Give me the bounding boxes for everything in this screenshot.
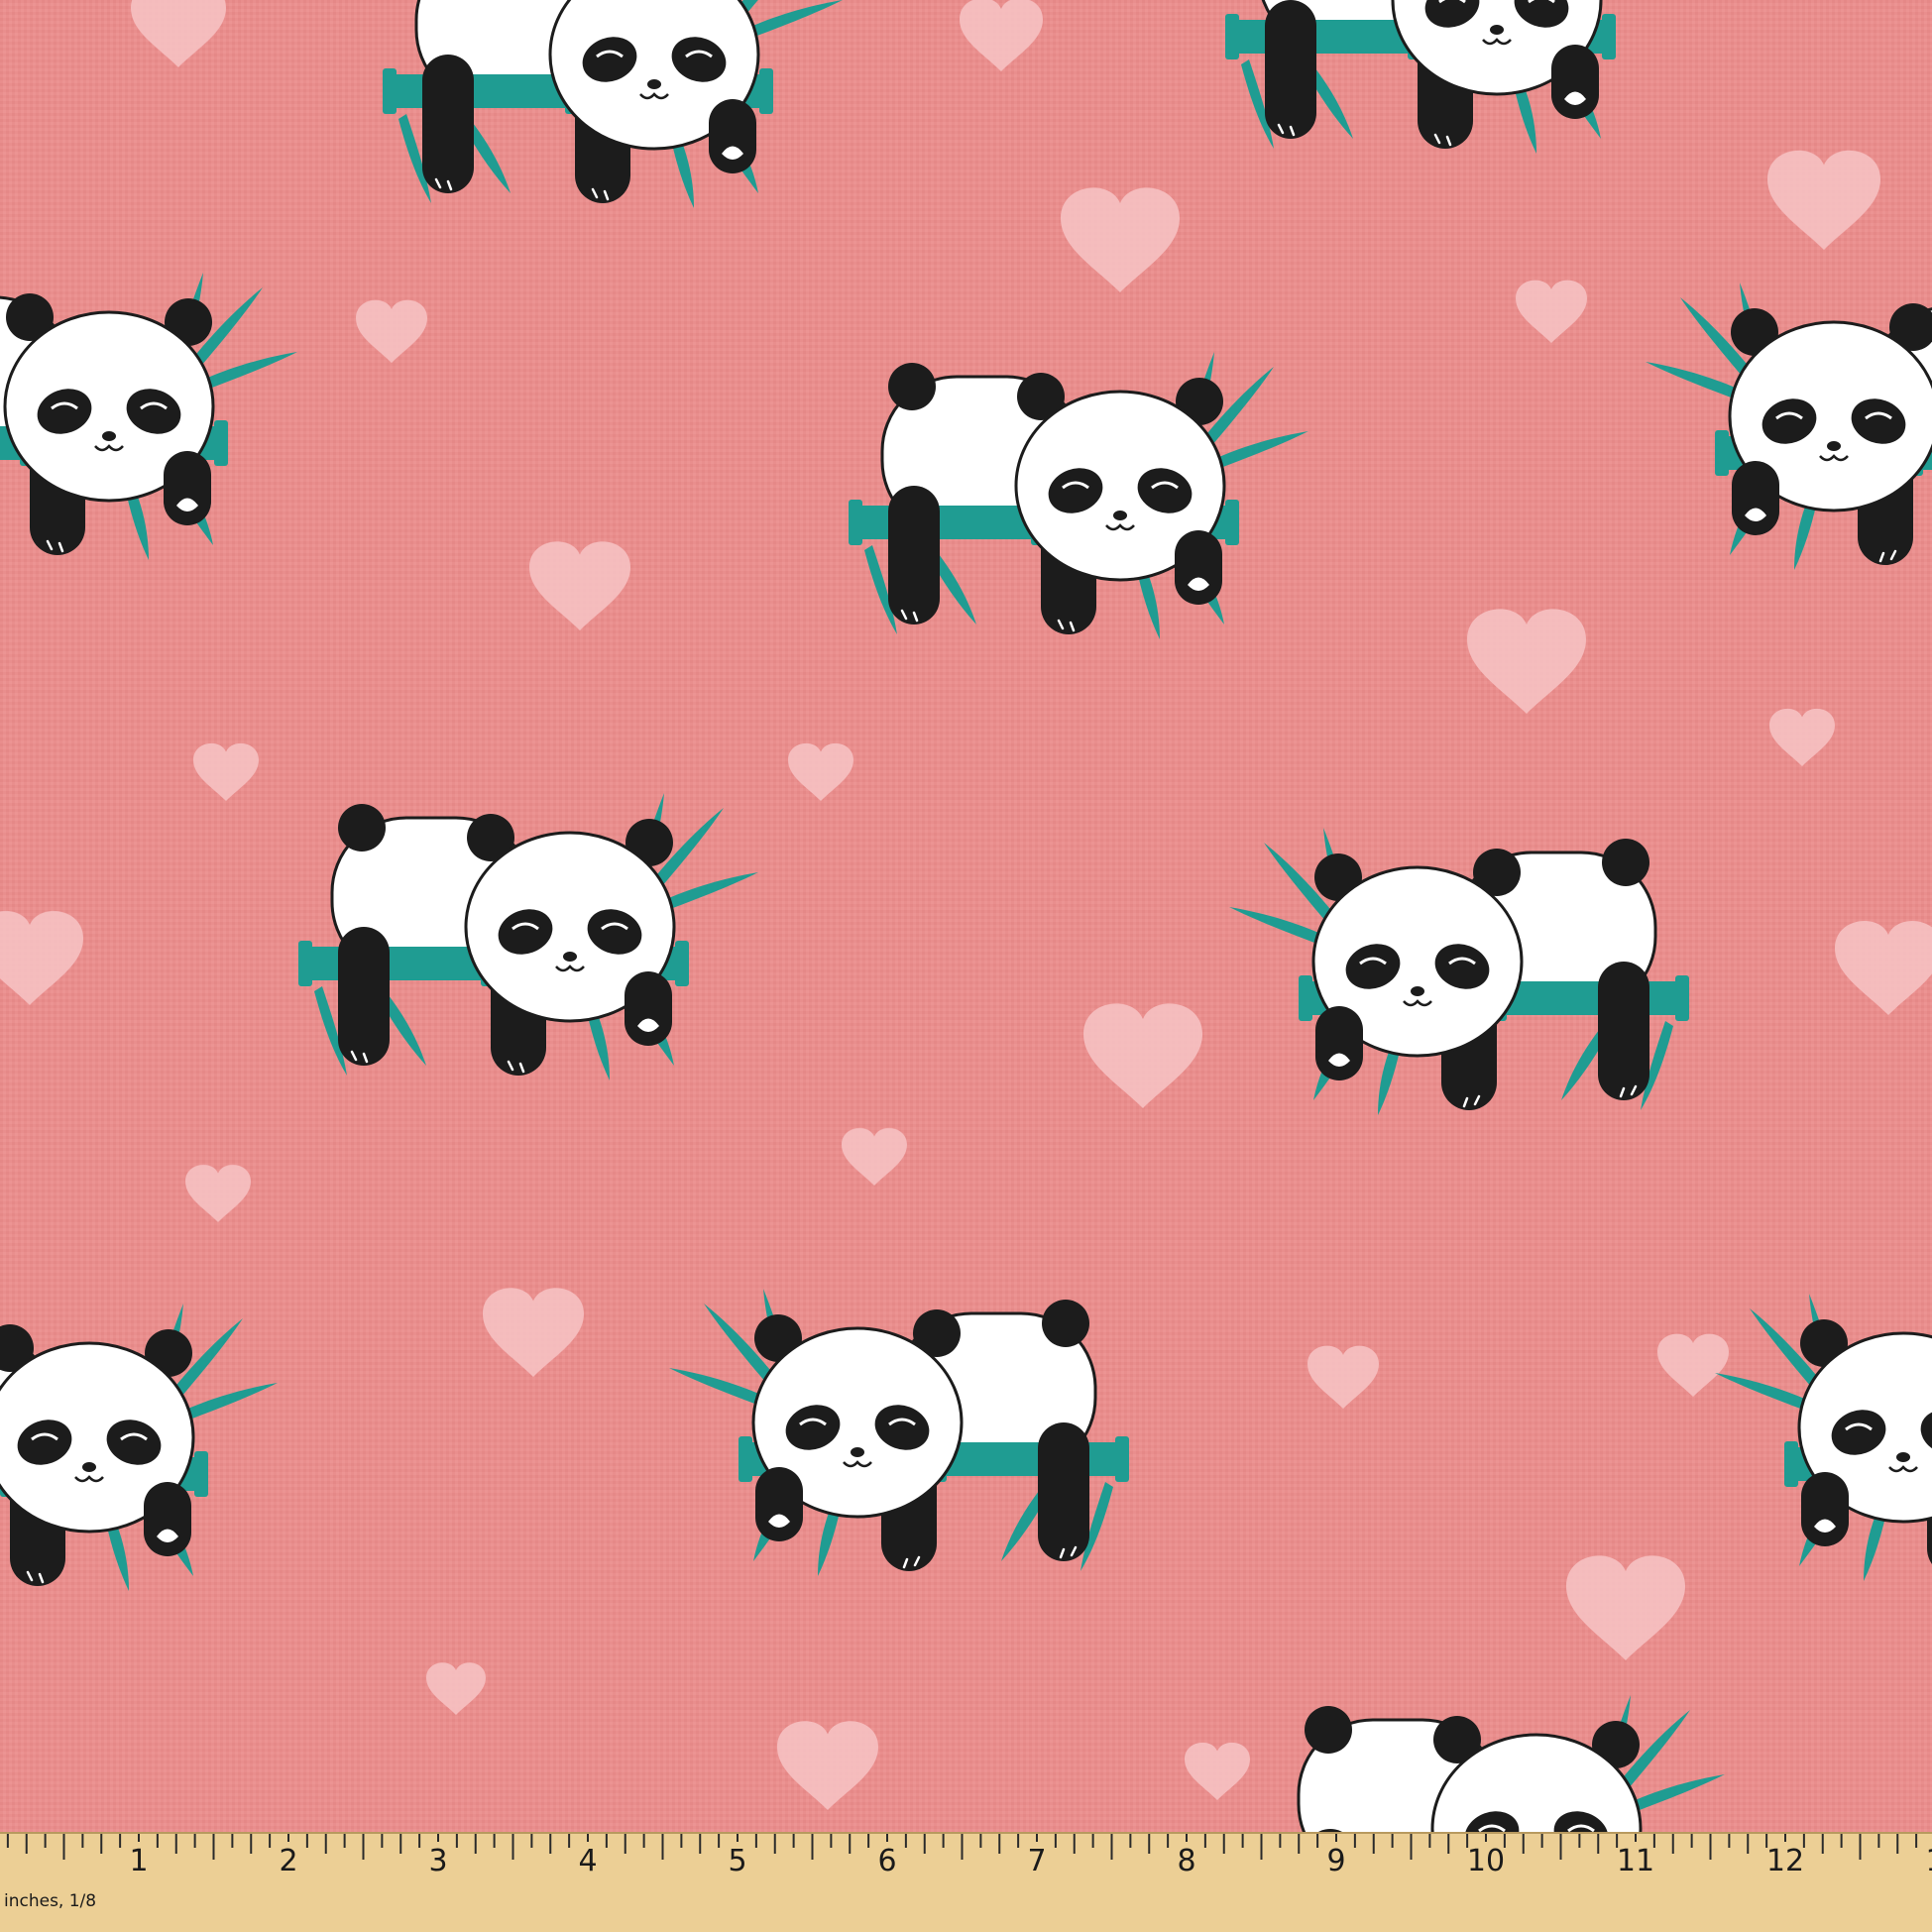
- ruler-number: 5: [728, 1844, 747, 1878]
- ruler-number: 12: [1765, 1844, 1805, 1878]
- ruler-number: 3: [428, 1844, 448, 1878]
- ruler-number: 4: [578, 1844, 598, 1878]
- ruler-number: 2: [279, 1844, 298, 1878]
- ruler-number: 1: [1925, 1844, 1932, 1878]
- ruler-number: 11: [1616, 1844, 1655, 1878]
- ruler-number: 8: [1177, 1844, 1196, 1878]
- ruler-number: 6: [877, 1844, 897, 1878]
- ruler-unit-label: inches, 1/8: [4, 1891, 97, 1911]
- ruler-number: 1: [129, 1844, 149, 1878]
- measuring-ruler: 1234567891011121 inches, 1/8: [0, 1832, 1932, 1932]
- ruler-number: 7: [1027, 1844, 1047, 1878]
- ruler-number: 10: [1466, 1844, 1506, 1878]
- fabric-pattern: [0, 0, 1932, 1932]
- ruler-number: 9: [1326, 1844, 1346, 1878]
